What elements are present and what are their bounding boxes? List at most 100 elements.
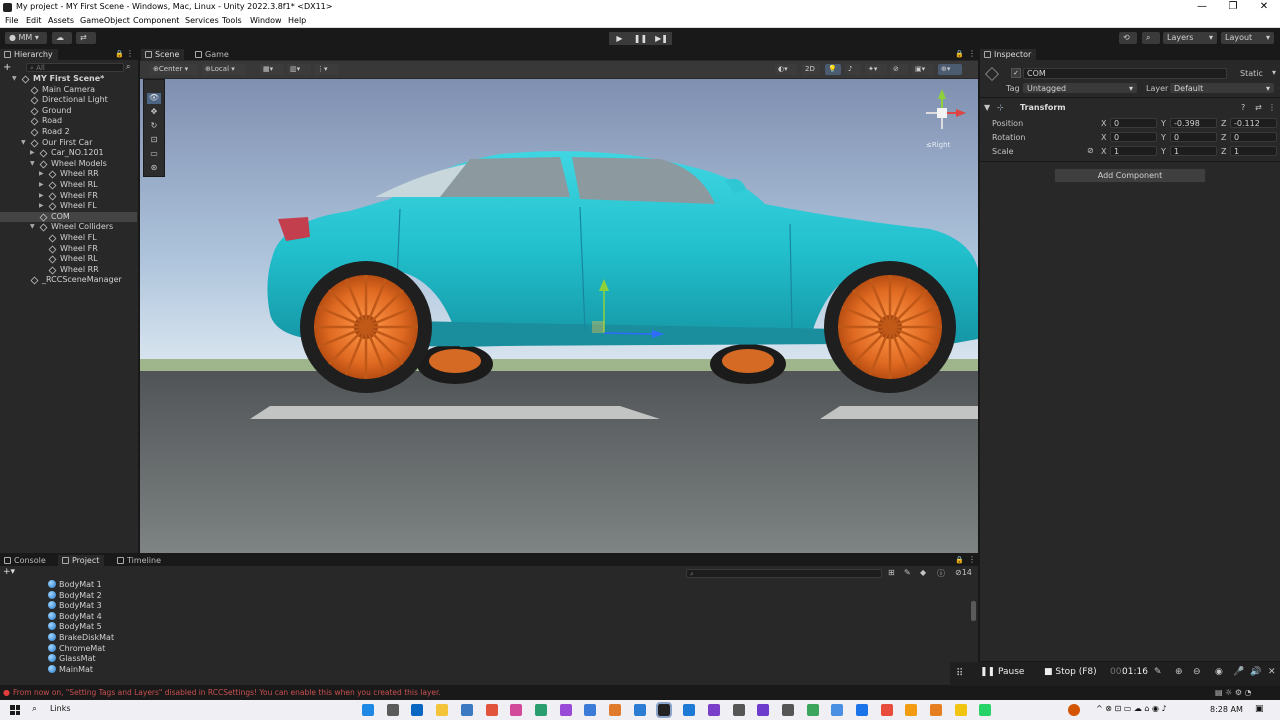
constrain-proportions-icon[interactable]: ⊘ <box>1087 146 1094 155</box>
hierarchy-item[interactable]: Wheel FL <box>0 233 137 244</box>
list-item[interactable]: BodyMat 5 <box>48 622 102 633</box>
taskbar-clock[interactable]: 8:28 AM <box>1210 705 1243 714</box>
history-icon[interactable]: ⟲ <box>1119 32 1137 44</box>
recording-pause-button[interactable]: ❚❚ Pause <box>980 667 1024 677</box>
hierarchy-item[interactable]: Wheel RR <box>0 265 137 276</box>
menu-component[interactable]: Component <box>133 16 179 25</box>
app-icon-6[interactable] <box>609 704 621 716</box>
active-checkbox[interactable]: ✓ <box>1011 68 1021 78</box>
rotate-tool-icon[interactable]: ↻ <box>147 121 161 132</box>
favorite-icon[interactable]: ◆ <box>920 568 926 577</box>
edge-icon[interactable] <box>362 704 374 716</box>
hierarchy-item[interactable]: Wheel RL <box>0 254 137 265</box>
tab-scene[interactable]: Scene <box>141 49 185 60</box>
list-item[interactable]: ChromeMat <box>48 643 105 655</box>
lock-icon[interactable]: 🔒 <box>115 50 124 58</box>
hierarchy-item[interactable]: Road <box>0 116 137 127</box>
gizmos-icon[interactable]: ⊕▾ <box>938 64 962 75</box>
foldout-arrow-icon[interactable]: ▼ <box>12 74 17 85</box>
list-item[interactable]: BodyMat 1 <box>48 580 102 591</box>
app-icon-7[interactable] <box>634 704 646 716</box>
transform-tool-icon[interactable]: ⊛ <box>147 163 161 174</box>
scene-viewport[interactable]: ≤Right <box>140 79 978 553</box>
project-scrollbar[interactable] <box>971 601 976 621</box>
windows-start-icon[interactable] <box>10 705 20 715</box>
app-icon-16[interactable] <box>955 704 967 716</box>
menu-window[interactable]: Window <box>250 16 282 25</box>
hierarchy-item[interactable]: ▶ Car_NO.1201 <box>0 148 137 159</box>
list-item[interactable]: BodyMat 4 <box>48 611 102 623</box>
hidden-count-icon[interactable]: ⊘14 <box>955 568 972 577</box>
app-icon-8[interactable] <box>733 704 745 716</box>
list-item[interactable]: BrakeDiskMat <box>48 633 114 644</box>
pen-icon[interactable]: ✎ <box>1154 667 1162 677</box>
rotation-y-field[interactable]: 0 <box>1170 132 1217 142</box>
tab-project[interactable]: Project <box>58 555 105 566</box>
project-create-button[interactable]: +▾ <box>3 567 15 577</box>
create-button[interactable]: + <box>3 62 11 73</box>
hidden-objects-icon[interactable]: ⊘ <box>890 64 908 75</box>
status-message[interactable]: From now on, "Setting Tags and Layers" d… <box>13 688 441 697</box>
foldout-arrow-icon[interactable]: ▶ <box>39 191 44 202</box>
drag-handle-icon[interactable]: ⠿ <box>956 668 963 679</box>
zoom-out-icon[interactable]: ⊖ <box>1193 667 1201 677</box>
tag-dropdown[interactable]: Untagged ▾ <box>1023 83 1137 93</box>
store-icon[interactable] <box>411 704 423 716</box>
app-icon-15[interactable] <box>930 704 942 716</box>
menu-gameobject[interactable]: GameObject <box>80 16 130 25</box>
camera-icon[interactable]: ▣▾ <box>912 64 934 75</box>
menu-services[interactable]: Services <box>185 16 219 25</box>
layers-dropdown[interactable]: Layers ▾ <box>1163 32 1217 44</box>
project-kebab-icon[interactable]: ⋮ <box>968 555 976 564</box>
view-tool-icon[interactable]: 👁 <box>147 93 161 104</box>
status-icons[interactable]: ▤ ☼ ⚙ ◔ <box>1215 688 1252 697</box>
effects-icon[interactable]: ✦▾ <box>865 64 887 75</box>
grid-icon[interactable]: ▥▾ <box>287 64 311 75</box>
tab-game[interactable]: Game <box>191 49 234 60</box>
tab-console[interactable]: Console <box>0 555 51 566</box>
app-icon-5[interactable] <box>584 704 596 716</box>
scene-lock-icon[interactable]: 🔒 <box>955 50 964 58</box>
filter-label-icon[interactable]: ✎ <box>904 568 911 577</box>
close-recording-icon[interactable]: ✕ <box>1268 667 1276 677</box>
hierarchy-item[interactable]: ▼ Wheel Models <box>0 159 137 170</box>
hierarchy-item[interactable]: Ground <box>0 106 137 117</box>
hierarchy-item[interactable]: ▼ Wheel Colliders <box>0 222 137 233</box>
app-icon-3[interactable] <box>535 704 547 716</box>
taskbar-search-label[interactable]: Links <box>50 704 71 713</box>
foldout-arrow-icon[interactable]: ▼ <box>30 159 35 170</box>
hierarchy-item[interactable]: ▶ Wheel RL <box>0 180 137 191</box>
hierarchy-item[interactable]: Wheel FR <box>0 244 137 255</box>
foldout-arrow-icon[interactable]: ▶ <box>39 169 44 180</box>
pause-button[interactable]: ❚❚ <box>630 32 651 45</box>
collab-icon[interactable]: ⇄ <box>76 32 96 44</box>
vscode-icon[interactable] <box>683 704 695 716</box>
add-component-button[interactable]: Add Component <box>1054 168 1206 183</box>
grid-snap-icon[interactable]: ▦▾ <box>260 64 284 75</box>
account-dropdown[interactable]: ● MM ▾ <box>5 32 47 44</box>
foldout-arrow-icon[interactable]: ▶ <box>39 180 44 191</box>
hierarchy-item[interactable]: COM <box>0 211 137 223</box>
menu-assets[interactable]: Assets <box>48 16 74 25</box>
hierarchy-item[interactable]: _RCCSceneManager <box>0 275 137 286</box>
audio-icon[interactable]: ♪ <box>845 64 861 75</box>
menu-tools[interactable]: Tools <box>222 16 242 25</box>
tab-timeline[interactable]: Timeline <box>113 555 166 566</box>
project-search-input[interactable]: ⌕ <box>686 569 882 578</box>
lighting-icon[interactable]: 💡 <box>825 64 841 75</box>
foldout-arrow-icon[interactable]: ▶ <box>30 148 35 159</box>
play-button[interactable]: ▶ <box>609 32 630 45</box>
app-icon-13[interactable] <box>881 704 893 716</box>
hierarchy-search-input[interactable]: ⌕ All <box>26 63 124 72</box>
move-tool-icon[interactable]: ✥ <box>147 107 161 118</box>
search-icon[interactable]: ⌕ <box>1142 32 1160 44</box>
hierarchy-item[interactable]: ▼ MY First Scene* <box>0 74 137 85</box>
app-icon-12[interactable] <box>831 704 843 716</box>
hierarchy-item[interactable]: ▼ Our First Car <box>0 138 137 149</box>
pivot-dropdown[interactable]: ⊕Center ▾ <box>150 64 198 75</box>
menu-file[interactable]: File <box>5 16 18 25</box>
space-dropdown[interactable]: ⊕Local ▾ <box>202 64 246 75</box>
project-lock-icon[interactable]: 🔒 <box>955 556 964 564</box>
mail-icon[interactable] <box>461 704 473 716</box>
list-item[interactable]: MainMat <box>48 664 93 676</box>
